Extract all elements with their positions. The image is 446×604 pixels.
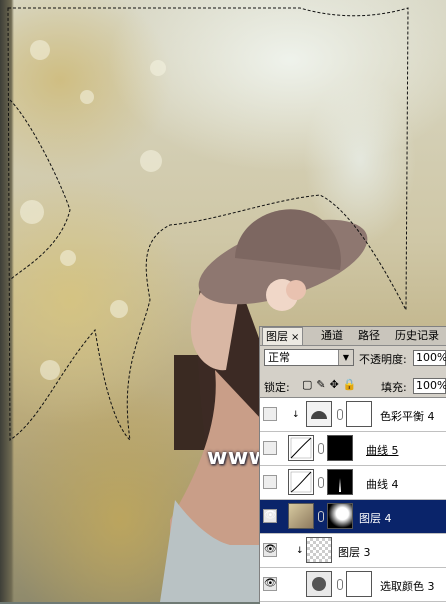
tab-channels[interactable]: 通道 <box>318 327 346 345</box>
layer-row[interactable]: 👁 ↓ 图层 3 <box>260 534 446 568</box>
layer-name: 图层 3 <box>338 546 371 559</box>
eye-icon[interactable]: 👁 <box>263 577 277 591</box>
clip-arrow-icon: ↓ <box>296 546 304 556</box>
curves-icon <box>290 471 312 493</box>
fill-label: 填充: <box>381 381 407 394</box>
tab-history[interactable]: 历史记录 <box>392 327 442 345</box>
layer-name: 选取颜色 3 <box>380 580 435 593</box>
adjustment-thumb <box>306 571 332 597</box>
tab-paths[interactable]: 路径 <box>355 327 383 345</box>
lock-brush-icon[interactable]: ✎ <box>316 378 325 391</box>
curves-icon <box>290 437 312 459</box>
layers-panel: 图层 × 通道 路径 历史记录 正常 ▼ 不透明度: 100% 锁定: ▢ ✎ ✥ 🔒 … <box>259 326 446 604</box>
blend-mode-select[interactable]: 正常 ▼ <box>264 349 354 366</box>
lock-icons: ▢ ✎ ✥ 🔒 <box>302 378 361 391</box>
layer-row[interactable]: 曲线 4 <box>260 466 446 500</box>
lock-move-icon[interactable]: ✥ <box>330 378 339 391</box>
opacity-label: 不透明度: <box>359 353 407 366</box>
chevron-down-icon: ▼ <box>338 350 353 365</box>
layer-row[interactable]: 曲线 5 <box>260 432 446 466</box>
fill-input[interactable]: 100% <box>413 378 446 394</box>
image-thumb <box>288 503 314 529</box>
lock-label: 锁定: <box>264 381 290 394</box>
layers-list: ↓ 色彩平衡 4 曲线 5 曲线 4 👁 图层 4 👁 ↓ 图层 3 👁 选取颜… <box>260 397 446 604</box>
visibility-toggle[interactable] <box>263 475 277 489</box>
selective-color-icon <box>312 577 326 591</box>
chain-link-icon[interactable] <box>318 443 324 454</box>
layer-name: 图层 4 <box>359 512 392 525</box>
balance-icon <box>311 411 327 419</box>
curves-thumb <box>288 469 314 495</box>
visibility-toggle[interactable] <box>263 441 277 455</box>
mask-thumb <box>327 435 353 461</box>
mask-thumb <box>327 469 353 495</box>
chain-link-icon[interactable] <box>318 477 324 488</box>
visibility-toggle[interactable] <box>263 407 277 421</box>
panel-tabs: 图层 × 通道 路径 历史记录 <box>260 327 446 346</box>
layer-name: 曲线 4 <box>366 478 399 491</box>
layer-row[interactable]: ↓ 色彩平衡 4 <box>260 398 446 432</box>
opacity-input[interactable]: 100% <box>413 350 446 366</box>
mask-thumb <box>327 503 353 529</box>
close-icon[interactable]: × <box>291 332 299 343</box>
curves-thumb <box>288 435 314 461</box>
lock-transparent-icon[interactable]: ▢ <box>302 378 312 391</box>
chain-link-icon[interactable] <box>337 409 343 420</box>
layer-name: 色彩平衡 4 <box>380 410 435 423</box>
adjustment-thumb <box>306 401 332 427</box>
chain-link-icon[interactable] <box>318 511 324 522</box>
layer-row-selected[interactable]: 👁 图层 4 <box>260 500 446 534</box>
mask-thumb <box>346 401 372 427</box>
layer-row[interactable]: 👁 选取颜色 3 <box>260 568 446 602</box>
transparent-thumb <box>306 537 332 563</box>
lock-all-icon[interactable]: 🔒 <box>343 378 357 391</box>
eye-icon[interactable]: 👁 <box>263 509 277 523</box>
chain-link-icon[interactable] <box>337 579 343 590</box>
mask-thumb <box>346 571 372 597</box>
layer-name: 曲线 5 <box>366 444 399 457</box>
clip-arrow-icon: ↓ <box>292 410 300 420</box>
tab-layers[interactable]: 图层 × <box>262 327 304 345</box>
eye-icon[interactable]: 👁 <box>263 543 277 557</box>
